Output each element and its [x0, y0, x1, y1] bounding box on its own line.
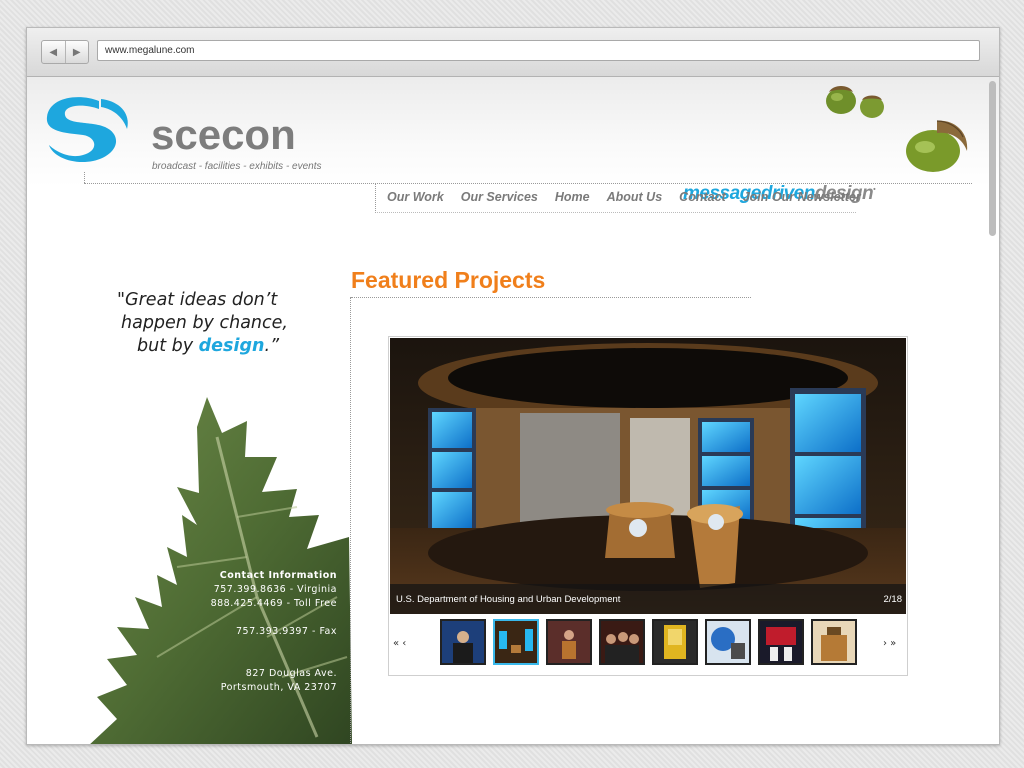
studio-set-image	[390, 338, 906, 614]
slide-caption: U.S. Department of Housing and Urban Dev…	[396, 594, 621, 605]
thumbnail[interactable]	[758, 619, 804, 665]
nav-item-our-services[interactable]: Our Services	[461, 184, 538, 212]
browser-window: ◀ ▶ www.megalune.com scecon broadcast - …	[26, 27, 1000, 745]
quote-line-1: "Great ideas don’t	[117, 290, 278, 310]
thumbnail[interactable]	[440, 619, 486, 665]
thumbnail-strip: « ‹ › »	[389, 617, 907, 671]
phone-tollfree[interactable]: 888.425.4469 - Toll Free	[177, 597, 337, 611]
logo-icon[interactable]	[39, 95, 133, 163]
quote-emphasis: design	[198, 336, 265, 356]
contact-heading: Contact Information	[219, 570, 337, 581]
brand-tagline: broadcast - facilities - exhibits - even…	[152, 161, 322, 172]
main-nav: Our Work Our Services Home About Us Cont…	[375, 184, 861, 213]
back-icon[interactable]: ◀	[42, 41, 66, 63]
brand-name[interactable]: scecon	[151, 111, 296, 159]
content-divider	[350, 297, 351, 744]
thumbnail[interactable]	[811, 619, 857, 665]
acorns-small-icon	[826, 86, 884, 118]
featured-image[interactable]: U.S. Department of Housing and Urban Dev…	[390, 338, 906, 614]
featured-projects-title: Featured Projects	[351, 267, 546, 293]
thumbnail-selected[interactable]	[493, 619, 539, 665]
page-viewport: scecon broadcast - facilities - exhibits…	[27, 77, 999, 744]
quote-line-3-post: .”	[264, 336, 280, 356]
history-buttons: ◀ ▶	[41, 40, 89, 64]
nav-item-about-us[interactable]: About Us	[607, 184, 663, 212]
header-divider-tick	[84, 172, 85, 183]
thumbnail[interactable]	[705, 619, 751, 665]
thumbnail[interactable]	[546, 619, 592, 665]
acorn-large-icon	[906, 120, 968, 172]
next-arrows-icon[interactable]: › »	[883, 638, 896, 649]
contact-info: Contact Information 757.399.8636 - Virgi…	[177, 569, 337, 695]
thumbnail[interactable]	[599, 619, 645, 665]
phone-virginia[interactable]: 757.399.8636 - Virginia	[177, 583, 337, 597]
quote-line-2: happen by chance,	[121, 313, 288, 333]
prev-arrows-icon[interactable]: « ‹	[393, 638, 406, 649]
address-line-2: Portsmouth, VA 23707	[220, 682, 337, 693]
browser-toolbar: ◀ ▶ www.megalune.com	[27, 28, 999, 77]
nav-item-contact[interactable]: Contact	[679, 184, 726, 212]
address-line-1: 827 Douglas Ave.	[245, 668, 337, 679]
vertical-scrollbar[interactable]	[988, 79, 997, 739]
quote-line-3-pre: but by	[137, 336, 199, 356]
nav-item-our-work[interactable]: Our Work	[387, 184, 444, 212]
slide-counter: 2/18	[883, 594, 903, 605]
project-slider: U.S. Department of Housing and Urban Dev…	[388, 336, 908, 676]
scrollbar-thumb[interactable]	[989, 81, 996, 236]
quote-line-3: but by design.”	[117, 335, 337, 358]
tagline-quote: "Great ideas don’t happen by chance, but…	[117, 289, 337, 358]
slogan-mark: •	[873, 186, 876, 194]
forward-icon[interactable]: ▶	[66, 41, 89, 63]
nav-item-home[interactable]: Home	[555, 184, 590, 212]
thumbnail[interactable]	[652, 619, 698, 665]
nav-item-newsletter[interactable]: Join Our Newsletter	[743, 184, 861, 212]
fax-number: 757.393.9397 - Fax	[236, 626, 337, 637]
address-bar[interactable]: www.megalune.com	[97, 40, 980, 61]
featured-divider	[351, 297, 751, 298]
